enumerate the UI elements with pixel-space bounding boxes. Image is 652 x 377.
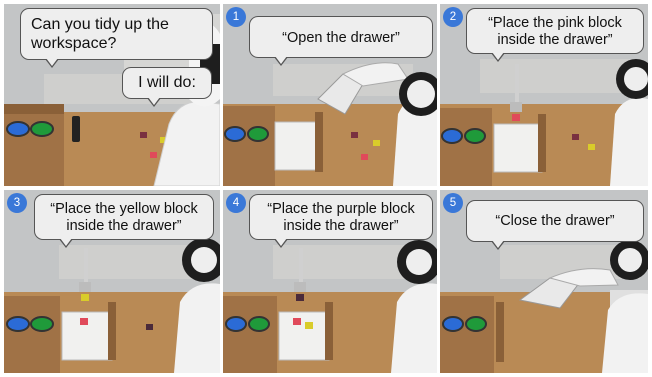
step-2-instruction: “Place the pink block inside the drawer” [488, 15, 622, 48]
step-2-bubble: “Place the pink block inside the drawer” [466, 8, 644, 62]
step-number-badge: 4 [226, 193, 246, 213]
step-4-instruction: “Place the purple block inside the drawe… [267, 201, 415, 234]
step-number-badge: 2 [443, 7, 463, 27]
user-request-bubble: Can you tidy up the workspace? [20, 8, 213, 68]
step-number-badge: 1 [226, 7, 246, 27]
panel-step-2: 2 “Place the pink block inside the drawe… [440, 4, 648, 186]
step-5-bubble: “Close the drawer” [466, 200, 644, 250]
step-3-bubble: “Place the yellow block inside the drawe… [34, 194, 214, 248]
panel-step-3: 3 “Place the yellow block inside the dra… [4, 190, 220, 373]
panel-step-5: 5 “Close the drawer” [440, 190, 648, 373]
step-1-bubble: “Open the drawer” [249, 16, 433, 66]
panel-step-1: 1 “Open the drawer” [223, 4, 437, 186]
panel-step-4: 4 “Place the purple block inside the dra… [223, 190, 437, 373]
step-number-badge: 5 [443, 193, 463, 213]
step-1-instruction: “Open the drawer” [282, 30, 400, 46]
storyboard-grid: Can you tidy up the workspace? I will do… [4, 4, 648, 373]
user-request-text: Can you tidy up the workspace? [31, 16, 169, 52]
robot-reply-bubble: I will do: [122, 67, 212, 107]
panel-request: Can you tidy up the workspace? I will do… [4, 4, 220, 186]
step-4-bubble: “Place the purple block inside the drawe… [249, 194, 433, 248]
step-3-instruction: “Place the yellow block inside the drawe… [50, 201, 198, 234]
step-5-instruction: “Close the drawer” [495, 213, 615, 229]
robot-reply-text: I will do: [138, 74, 196, 91]
step-number-badge: 3 [7, 193, 27, 213]
